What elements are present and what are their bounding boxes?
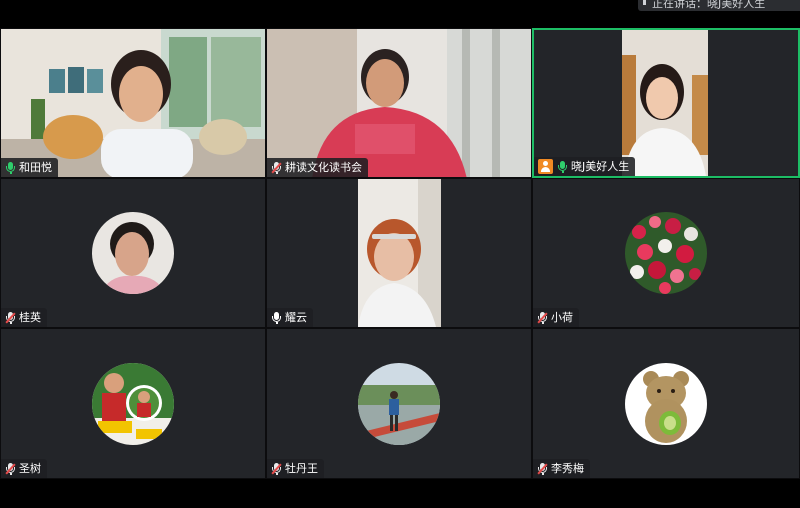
participant-video (622, 30, 708, 176)
participant-nametag: 桂英 (1, 308, 47, 327)
participant-tile-gengdu[interactable]: 耕读文化读书会 (266, 28, 532, 178)
participant-name: 桂英 (19, 311, 41, 324)
participant-avatar (625, 212, 707, 294)
participant-tile-yaoyun[interactable]: 耀云 (266, 178, 532, 328)
participant-name: 晓J美好人生 (571, 160, 630, 173)
participant-avatar (358, 362, 440, 445)
participant-name: 和田悦 (19, 161, 52, 174)
participant-nametag: 牡丹王 (267, 459, 324, 478)
participant-avatar (625, 362, 707, 445)
participant-nametag: 李秀梅 (533, 459, 590, 478)
participant-name: 李秀梅 (551, 462, 584, 475)
speaker-icon (643, 0, 646, 5)
participant-nametag: 小荷 (533, 308, 579, 327)
microphone-on-icon (5, 161, 15, 174)
participant-tile-xiaohe[interactable]: 小荷 (532, 178, 800, 328)
participant-nametag: 晓J美好人生 (534, 157, 636, 176)
participant-name: 小荷 (551, 311, 573, 324)
microphone-muted-icon (537, 462, 547, 475)
participant-tile-shengshu[interactable]: 圣树 (0, 328, 266, 479)
participant-tile-guiying[interactable]: 桂英 (0, 178, 266, 328)
microphone-muted-icon (271, 161, 281, 174)
participant-tile-mudanwang[interactable]: 牡丹王 (266, 328, 532, 479)
top-bar: 正在讲话：晓J美好人生 (0, 0, 800, 28)
participant-video (358, 179, 441, 327)
microphone-muted-icon (5, 311, 15, 324)
microphone-muted-icon (5, 462, 15, 475)
video-grid: 和田悦 耕读文化读书会 晓J美好人生 桂英 耀云 小荷 圣树 牡丹王 李秀梅 (0, 28, 800, 479)
host-badge-icon (538, 159, 553, 174)
participant-nametag: 圣树 (1, 459, 47, 478)
microphone-muted-icon (537, 311, 547, 324)
microphone-on-icon (557, 160, 567, 173)
participant-name: 牡丹王 (285, 462, 318, 475)
participant-nametag: 和田悦 (1, 158, 58, 177)
participant-nametag: 耕读文化读书会 (267, 158, 368, 177)
participant-tile-hetianyue[interactable]: 和田悦 (0, 28, 266, 178)
participant-name: 耀云 (285, 311, 307, 324)
participant-name: 圣树 (19, 462, 41, 475)
speaking-notification: 正在讲话：晓J美好人生 (638, 0, 800, 11)
participant-name: 耕读文化读书会 (285, 161, 362, 174)
participant-avatar (92, 212, 174, 294)
participant-avatar (92, 362, 174, 445)
participant-nametag: 耀云 (267, 308, 313, 327)
participant-tile-lixiumei[interactable]: 李秀梅 (532, 328, 800, 479)
participant-video (267, 29, 531, 177)
bottom-bar (0, 479, 800, 508)
microphone-on-icon (271, 311, 281, 324)
speaking-notification-text: 正在讲话：晓J美好人生 (652, 0, 766, 10)
microphone-muted-icon (271, 462, 281, 475)
participant-video (1, 29, 265, 177)
participant-tile-xiaoj[interactable]: 晓J美好人生 (532, 28, 800, 178)
